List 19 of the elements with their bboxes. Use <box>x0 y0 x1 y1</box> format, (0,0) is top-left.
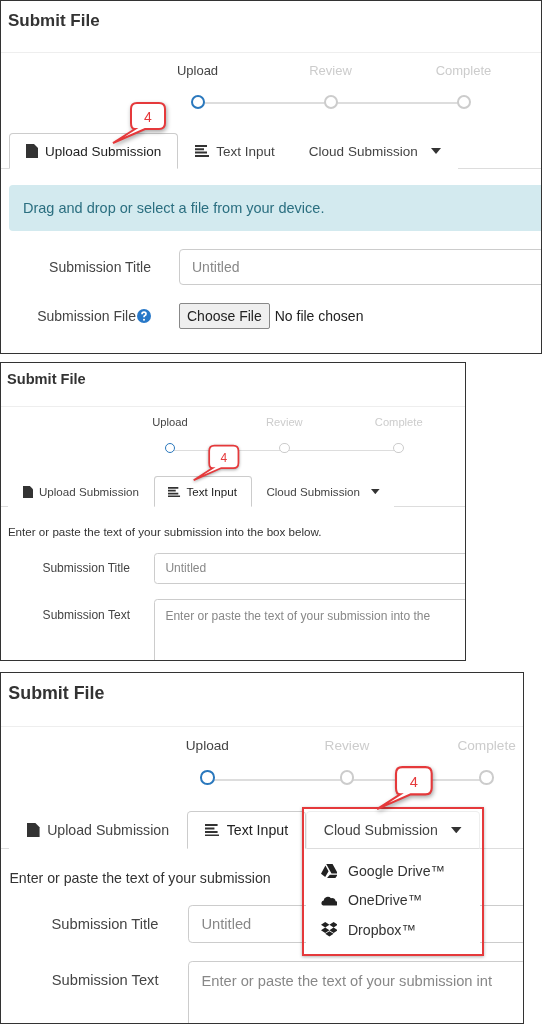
step-label: Upload <box>152 416 188 429</box>
page-title: Submit File <box>8 683 105 704</box>
callout-bubble: 4 <box>191 443 240 482</box>
field-label: Submission Title <box>42 561 130 576</box>
field-label: Submission File <box>37 308 136 324</box>
step-label: Upload <box>176 63 219 78</box>
file-status-text: No file chosen <box>274 308 364 324</box>
field-label: Submission Title <box>51 915 159 932</box>
field-label: Submission Text <box>51 971 159 988</box>
step-label: Upload <box>185 737 229 753</box>
page-title: Submit File <box>8 11 100 31</box>
instruction-text: Enter or paste the text of your submission into the box below. <box>7 524 322 538</box>
page-title: Submit File <box>7 371 86 388</box>
instruction-text: Enter or paste the text of your submission <box>9 869 271 886</box>
alert-text: Drag and drop or select a file from your device. <box>23 200 325 216</box>
callout-bubble: 4 <box>375 764 434 812</box>
callout-bubble: 4 <box>111 101 167 145</box>
field-label: Submission Title <box>49 259 151 275</box>
field-label: Submission Text <box>42 608 130 622</box>
